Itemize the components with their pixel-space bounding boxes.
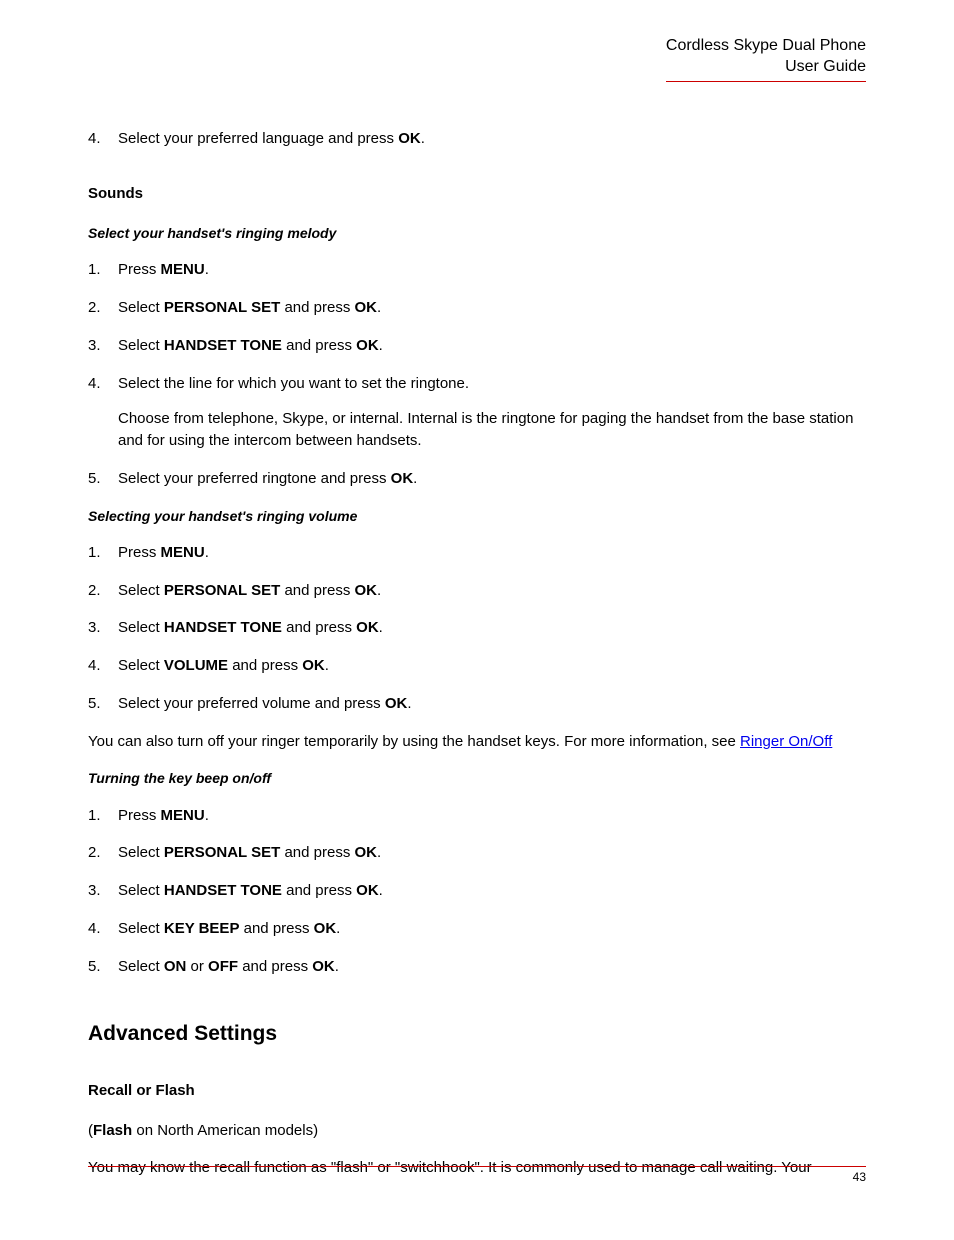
heading-sounds: Sounds	[88, 183, 866, 205]
heading-recall-flash: Recall or Flash	[88, 1080, 866, 1102]
step-subtext: Choose from telephone, Skype, or interna…	[118, 408, 866, 452]
step-number: 4.	[88, 128, 118, 150]
step-item: 1. Press MENU.	[88, 542, 866, 564]
step-item: 4. Select your preferred language and pr…	[88, 128, 866, 150]
ringer-onoff-link[interactable]: Ringer On/Off	[740, 733, 832, 750]
step-item: 4. Select the line for which you want to…	[88, 373, 866, 395]
page-number: 43	[853, 1170, 866, 1184]
step-item: 5. Select ON or OFF and press OK.	[88, 956, 866, 978]
heading-advanced-settings: Advanced Settings	[88, 1019, 866, 1049]
step-item: 1. Press MENU.	[88, 805, 866, 827]
header-title-line2: User Guide	[666, 57, 866, 78]
page-content: Cordless Skype Dual Phone User Guide 4. …	[0, 0, 954, 1235]
step-item: 5. Select your preferred volume and pres…	[88, 693, 866, 715]
step-item: 4. Select KEY BEEP and press OK.	[88, 918, 866, 940]
step-item: 2. Select PERSONAL SET and press OK.	[88, 842, 866, 864]
recall-p1: (Flash on North American models)	[88, 1120, 866, 1142]
header-title-line1: Cordless Skype Dual Phone	[666, 36, 866, 57]
heading-volume: Selecting your handset's ringing volume	[88, 506, 866, 526]
heading-keybeep: Turning the key beep on/off	[88, 768, 866, 788]
step-item: 3. Select HANDSET TONE and press OK.	[88, 335, 866, 357]
step-item: 4. Select VOLUME and press OK.	[88, 655, 866, 677]
step-item: 3. Select HANDSET TONE and press OK.	[88, 617, 866, 639]
step-item: 1. Press MENU.	[88, 259, 866, 281]
volume-note: You can also turn off your ringer tempor…	[88, 731, 866, 753]
page-footer: 43	[88, 1166, 866, 1186]
step-item: 2. Select PERSONAL SET and press OK.	[88, 297, 866, 319]
heading-melody: Select your handset's ringing melody	[88, 223, 866, 243]
step-item: 5. Select your preferred ringtone and pr…	[88, 468, 866, 490]
step-text: Select your preferred language and press…	[118, 128, 866, 150]
step-item: 2. Select PERSONAL SET and press OK.	[88, 580, 866, 602]
step-item: 3. Select HANDSET TONE and press OK.	[88, 880, 866, 902]
page-header: Cordless Skype Dual Phone User Guide	[88, 36, 866, 86]
